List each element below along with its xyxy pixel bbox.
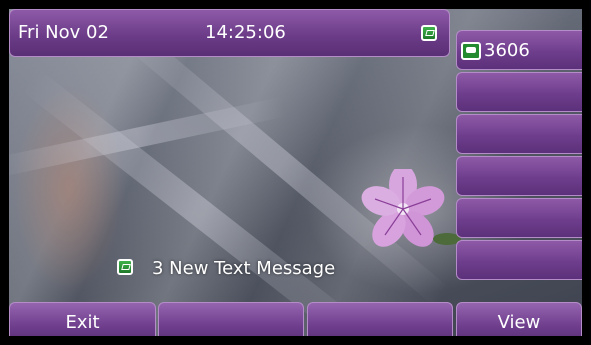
phone-display-frame: Fri Nov 02 14:25:06 3606 3 New Text Mess… [0, 0, 591, 345]
softkey-bar: Exit View [9, 302, 582, 336]
softkey-view[interactable]: View [456, 302, 582, 336]
line-key-1[interactable]: 3606 [456, 30, 582, 70]
line-keys: 3606 [456, 30, 582, 282]
date-label: Fri Nov 02 [18, 22, 109, 43]
line-key-label: 3606 [484, 40, 530, 61]
message-icon[interactable] [421, 25, 437, 41]
softkey-3[interactable] [307, 302, 453, 336]
notification-text: 3 New Text Message [152, 258, 336, 279]
line-key-5[interactable] [456, 198, 582, 238]
status-bar: Fri Nov 02 14:25:06 [9, 9, 450, 57]
phone-icon [461, 42, 481, 60]
flower-image [361, 169, 461, 247]
softkey-2[interactable] [158, 302, 304, 336]
line-key-3[interactable] [456, 114, 582, 154]
line-key-2[interactable] [456, 72, 582, 112]
softkey-exit[interactable]: Exit [9, 302, 156, 336]
line-key-6[interactable] [456, 240, 582, 280]
time-label: 14:25:06 [205, 22, 286, 43]
phone-screen: Fri Nov 02 14:25:06 3606 3 New Text Mess… [9, 9, 582, 336]
line-key-4[interactable] [456, 156, 582, 196]
message-icon [117, 259, 133, 275]
